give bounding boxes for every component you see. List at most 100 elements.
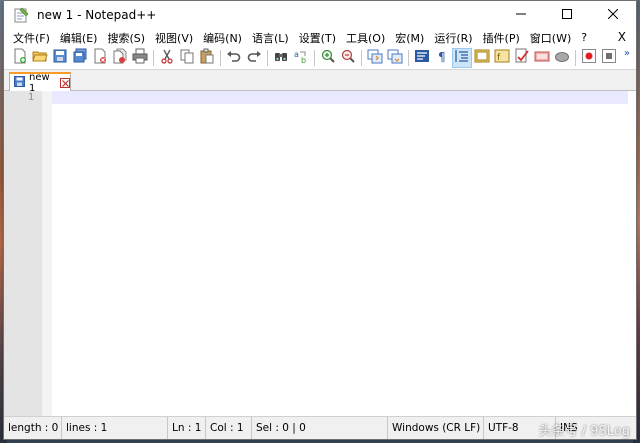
paste-icon xyxy=(199,48,215,68)
zoom-out-icon xyxy=(340,48,356,68)
minimize-button[interactable] xyxy=(498,1,544,28)
copy-button[interactable] xyxy=(177,48,197,68)
maximize-icon xyxy=(562,7,572,23)
status-lines: lines : 1 xyxy=(62,417,168,439)
toolbar-separator xyxy=(153,50,154,66)
menu-file[interactable]: 文件(F) xyxy=(8,30,55,46)
close-file-icon xyxy=(92,48,108,68)
tab-close-button[interactable] xyxy=(60,78,70,88)
notepadpp-logo-icon xyxy=(13,7,29,23)
doc-map-icon xyxy=(474,48,490,68)
sync-vertical-button[interactable] xyxy=(365,48,385,68)
close-file-button[interactable] xyxy=(90,48,110,68)
toolbar-separator xyxy=(575,50,576,66)
document-tab-bar: new 1 xyxy=(4,69,636,94)
paste-button[interactable] xyxy=(197,48,217,68)
doc-map-button[interactable] xyxy=(472,48,492,68)
save-all-icon xyxy=(72,48,88,68)
toolbar-overflow-chevron-icon[interactable]: » xyxy=(624,48,630,59)
close-document-button[interactable]: X xyxy=(618,30,626,44)
copy-icon xyxy=(179,48,195,68)
svg-text:¶: ¶ xyxy=(438,50,446,64)
sync-horizontal-button[interactable] xyxy=(385,48,405,68)
menu-language[interactable]: 语言(L) xyxy=(247,30,294,46)
stop-record-icon xyxy=(601,48,617,68)
new-file-button[interactable] xyxy=(10,48,30,68)
menu-bar: 文件(F) 编辑(E) 搜索(S) 视图(V) 编码(N) 语言(L) 设置(T… xyxy=(4,28,636,47)
save-button[interactable] xyxy=(50,48,70,68)
open-file-button[interactable] xyxy=(30,48,50,68)
indent-guide-icon xyxy=(454,48,470,68)
save-icon xyxy=(52,48,68,68)
menu-search[interactable]: 搜索(S) xyxy=(102,30,150,46)
line-number-margin[interactable]: 1 xyxy=(4,91,42,417)
find-button[interactable] xyxy=(271,48,291,68)
close-all-button[interactable] xyxy=(110,48,130,68)
print-icon xyxy=(132,48,148,68)
record-macro-icon xyxy=(581,48,597,68)
open-file-icon xyxy=(32,48,48,68)
replace-button[interactable]: ab xyxy=(291,48,311,68)
saved-file-icon xyxy=(14,76,25,90)
menu-run[interactable]: 运行(R) xyxy=(429,30,477,46)
redo-button[interactable] xyxy=(244,48,264,68)
cut-icon xyxy=(159,48,175,68)
svg-text:b: b xyxy=(301,56,306,64)
zoom-in-button[interactable] xyxy=(318,48,338,68)
tab-new-1[interactable]: new 1 xyxy=(9,72,71,94)
sync-vertical-icon xyxy=(367,48,383,68)
menu-view[interactable]: 视图(V) xyxy=(150,30,198,46)
status-line: Ln : 1 xyxy=(168,417,206,439)
folder-workspace-icon xyxy=(514,48,530,68)
zoom-in-icon xyxy=(320,48,336,68)
toolbar: ab ¶ f » xyxy=(4,47,636,69)
cut-button[interactable] xyxy=(157,48,177,68)
monitoring-button[interactable] xyxy=(532,48,552,68)
svg-text:a: a xyxy=(294,50,299,59)
zoom-out-button[interactable] xyxy=(338,48,358,68)
status-column: Col : 1 xyxy=(206,417,252,439)
new-file-icon xyxy=(12,48,28,68)
menu-encoding[interactable]: 编码(N) xyxy=(198,30,247,46)
indent-guide-button[interactable] xyxy=(452,48,472,68)
menu-window[interactable]: 窗口(W) xyxy=(525,30,576,46)
title-bar[interactable]: new 1 - Notepad++ xyxy=(4,1,636,28)
close-window-button[interactable] xyxy=(590,1,636,28)
status-eol[interactable]: Windows (CR LF) xyxy=(388,417,484,439)
word-wrap-icon xyxy=(414,48,430,68)
close-all-icon xyxy=(112,48,128,68)
minimize-icon xyxy=(516,7,526,23)
folder-workspace-button[interactable] xyxy=(512,48,532,68)
menu-macro[interactable]: 宏(M) xyxy=(390,30,429,46)
menu-plugins[interactable]: 插件(P) xyxy=(478,30,525,46)
current-line-highlight xyxy=(52,91,628,104)
stop-record-button[interactable] xyxy=(599,48,619,68)
undo-button[interactable] xyxy=(224,48,244,68)
text-editor[interactable] xyxy=(52,91,636,417)
status-selection: Sel : 0 | 0 xyxy=(252,417,388,439)
menu-edit[interactable]: 编辑(E) xyxy=(55,30,103,46)
record-macro-button[interactable] xyxy=(579,48,599,68)
window-title: new 1 - Notepad++ xyxy=(37,7,157,22)
print-button[interactable] xyxy=(130,48,150,68)
monitoring-icon xyxy=(534,48,550,68)
fold-margin[interactable] xyxy=(42,91,52,417)
file-browser-button[interactable] xyxy=(552,48,572,68)
menu-help[interactable]: ? xyxy=(576,31,592,44)
editor-area: 1 xyxy=(4,91,636,417)
show-all-chars-button[interactable]: ¶ xyxy=(432,48,452,68)
menu-tools[interactable]: 工具(O) xyxy=(341,30,390,46)
sync-horizontal-icon xyxy=(387,48,403,68)
menu-settings[interactable]: 设置(T) xyxy=(294,30,341,46)
cloud-icon xyxy=(554,48,570,68)
close-icon xyxy=(607,7,619,23)
function-list-button[interactable]: f xyxy=(492,48,512,68)
status-length: length : 0 xyxy=(4,417,62,439)
line-number: 1 xyxy=(27,92,34,103)
save-all-button[interactable] xyxy=(70,48,90,68)
maximize-button[interactable] xyxy=(544,1,590,28)
notepadpp-window: new 1 - Notepad++ 文件(F) 编辑(E) 搜索(S) 视图(V… xyxy=(3,0,637,440)
word-wrap-button[interactable] xyxy=(412,48,432,68)
function-list-icon: f xyxy=(494,48,510,68)
toolbar-separator xyxy=(220,50,221,66)
